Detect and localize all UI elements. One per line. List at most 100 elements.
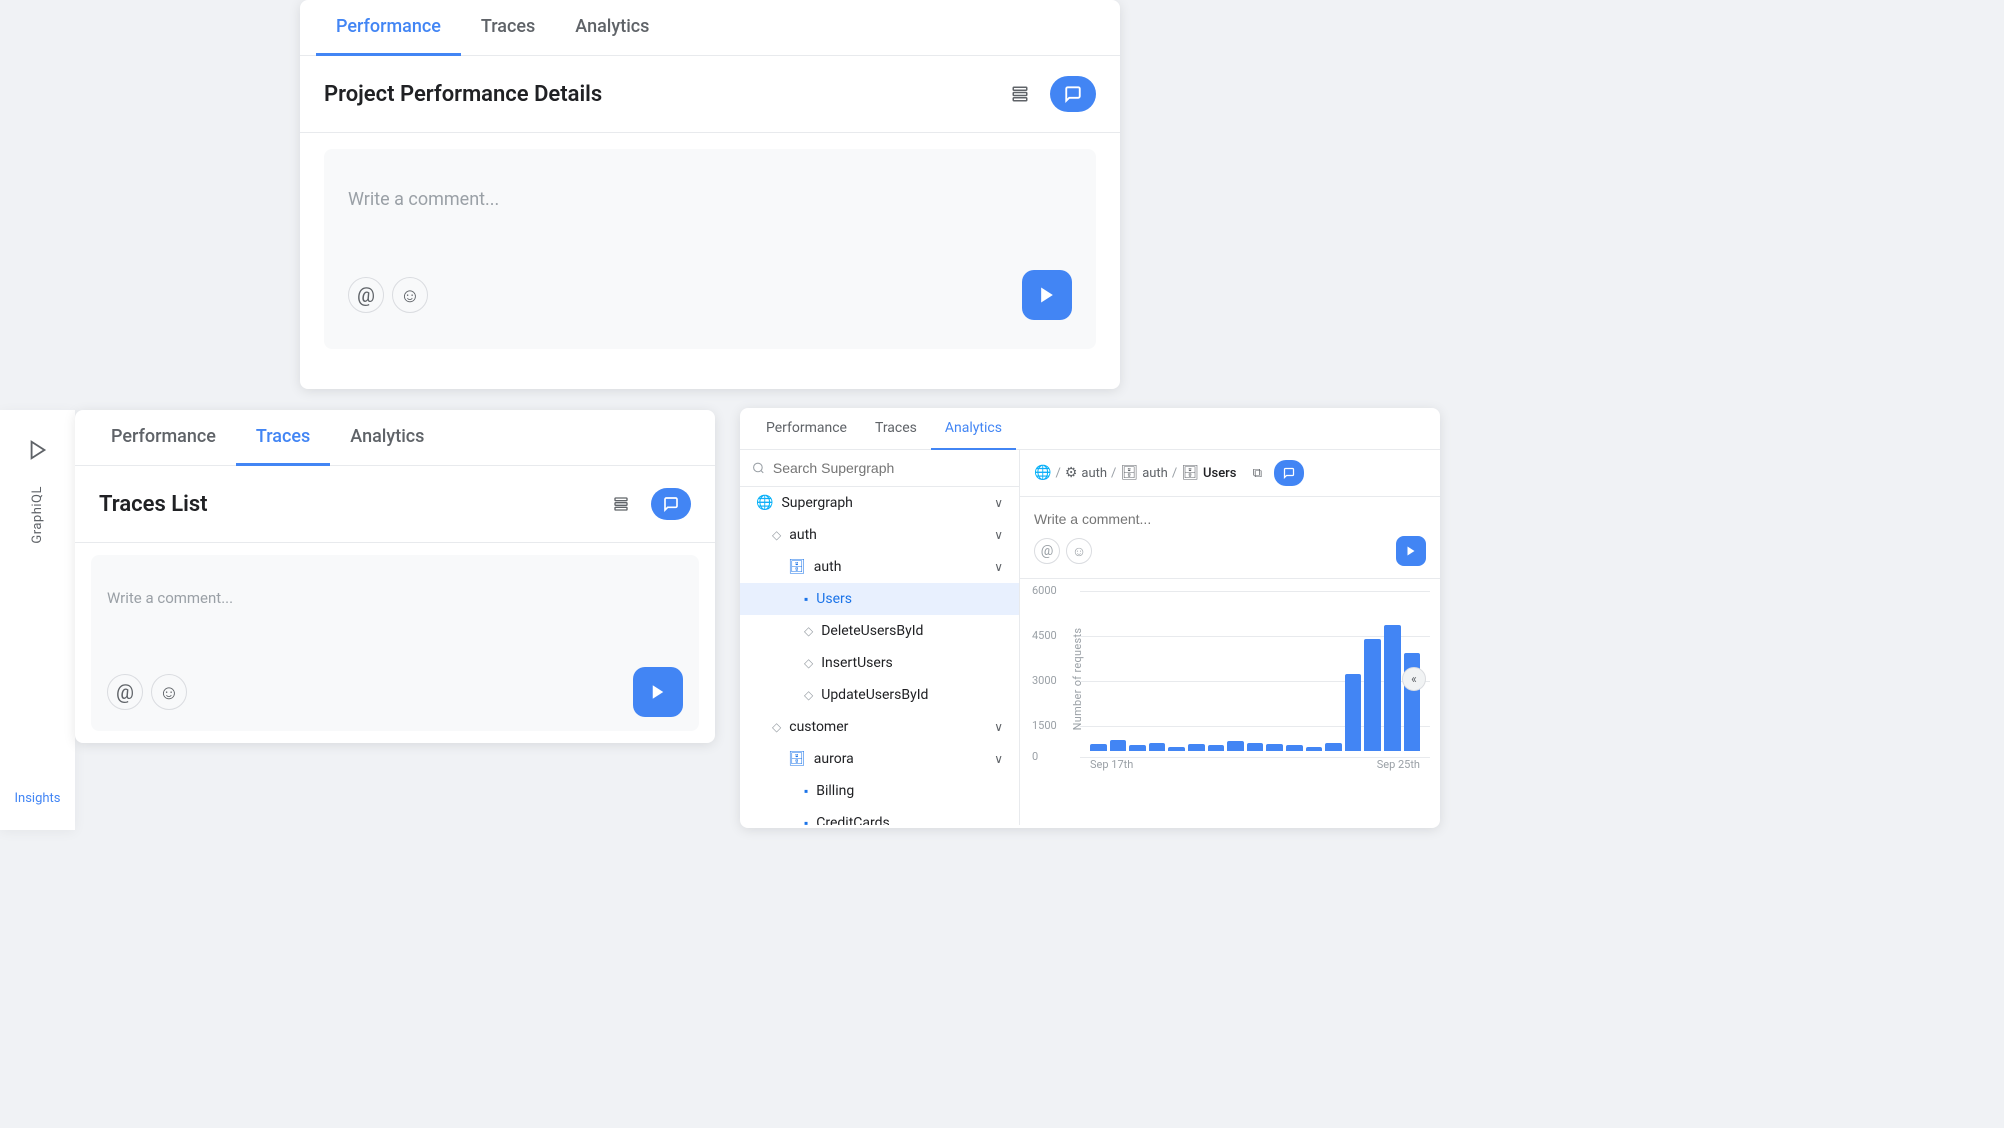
tree-item-auth-root[interactable]: ◇ auth ∨ <box>740 519 1019 551</box>
sep3: / <box>1172 466 1177 481</box>
send-btn-mini[interactable] <box>1396 536 1426 566</box>
chevron-supergraph: ∨ <box>994 496 1003 510</box>
square-icon-billing: ▪ <box>804 784 808 798</box>
tree-label-insertusers: InsertUsers <box>821 655 893 671</box>
collapse-btn[interactable]: « <box>1402 667 1426 691</box>
send-icon-bl <box>649 683 667 701</box>
emoji-icon-bl[interactable]: ☺ <box>151 674 187 710</box>
tree-item-insertusers[interactable]: ◇ InsertUsers <box>740 647 1019 679</box>
grid-label-0: 0 <box>1032 750 1038 763</box>
insights-label[interactable]: Insights <box>0 779 75 818</box>
send-btn-top[interactable] <box>1022 270 1072 320</box>
tree-label-creditcards: CreditCards <box>816 815 890 825</box>
tree-label-deleteusers: DeleteUsersById <box>821 623 923 639</box>
chart-bar-13 <box>1345 674 1362 751</box>
chevron-auth-sub: ∨ <box>994 560 1003 574</box>
tab-analytics-top[interactable]: Analytics <box>555 0 669 56</box>
comment-icon <box>1064 85 1082 103</box>
play-icon <box>27 439 49 461</box>
chevron-aurora: ∨ <box>994 752 1003 766</box>
bc-auth2[interactable]: auth <box>1142 466 1168 481</box>
tab-performance-bl[interactable]: Performance <box>91 410 236 466</box>
bl-comment-placeholder: Write a comment... <box>107 569 683 627</box>
globe-icon: 🌐 <box>756 495 773 511</box>
comment-btn-bl[interactable] <box>651 488 691 520</box>
list-icon-btn-top[interactable] <box>1002 76 1038 112</box>
bl-panel-header: Traces List <box>75 466 715 543</box>
chevron-customer: ∨ <box>994 720 1003 734</box>
bc-users[interactable]: Users <box>1203 466 1236 481</box>
chart-bar-10 <box>1286 745 1303 751</box>
top-panel-header: Project Performance Details <box>300 56 1120 133</box>
diamond-icon-customer: ◇ <box>772 720 781 734</box>
tree-item-customer[interactable]: ◇ customer ∨ <box>740 711 1019 743</box>
tab-analytics-br[interactable]: Analytics <box>931 408 1016 450</box>
search-input[interactable] <box>773 460 1007 476</box>
play-btn[interactable] <box>18 430 58 470</box>
bc-comment-btn[interactable] <box>1274 460 1304 486</box>
tab-traces-bl[interactable]: Traces <box>236 410 330 466</box>
chart-bar-14 <box>1364 639 1381 751</box>
top-comment-wrap: Write a comment... @ ☺ <box>300 149 1120 389</box>
chart-bar-11 <box>1306 747 1323 751</box>
chart-bar-15 <box>1384 625 1401 751</box>
top-comment-area[interactable]: Write a comment... @ ☺ <box>324 149 1096 349</box>
sep2: / <box>1111 466 1116 481</box>
comment-btn-top[interactable] <box>1050 76 1096 112</box>
diamond-icon-update: ◇ <box>804 688 813 702</box>
grid-label-1500: 1500 <box>1032 719 1057 732</box>
tree-item-updateusers[interactable]: ◇ UpdateUsersById <box>740 679 1019 711</box>
send-icon <box>1037 285 1057 305</box>
send-btn-bl[interactable] <box>633 667 683 717</box>
chart-bar-4 <box>1168 747 1185 751</box>
tree-item-billing[interactable]: ▪ Billing <box>740 775 1019 807</box>
at-icon-mini[interactable]: @ <box>1034 538 1060 564</box>
at-icon-bl[interactable]: @ <box>107 674 143 710</box>
bl-comment-area[interactable]: Write a comment... @ ☺ <box>91 555 699 731</box>
bc-auth1[interactable]: auth <box>1081 466 1107 481</box>
db-icon-auth: 🗄 <box>788 559 806 575</box>
tree-col: 🌐 Supergraph ∨ ◇ auth ∨ 🗄 auth ∨ ▪ Users… <box>740 450 1020 825</box>
tree-label-updateusers: UpdateUsersById <box>821 687 928 703</box>
at-icon-top[interactable]: @ <box>348 277 384 313</box>
diamond-icon-insert: ◇ <box>804 656 813 670</box>
auth-icon-1: ⚙ <box>1065 465 1078 481</box>
top-panel: Performance Traces Analytics Project Per… <box>300 0 1120 389</box>
br-body: 🌐 Supergraph ∨ ◇ auth ∨ 🗄 auth ∨ ▪ Users… <box>740 450 1440 825</box>
diamond-icon-delete: ◇ <box>804 624 813 638</box>
tab-performance-top[interactable]: Performance <box>316 0 461 56</box>
bottom-right-panel: Performance Traces Analytics 🌐 Supergrap… <box>740 408 1440 828</box>
chart-bar-3 <box>1149 743 1166 751</box>
tab-performance-br[interactable]: Performance <box>752 408 861 450</box>
auth-icon-2: 🗄 <box>1120 465 1138 481</box>
mini-comment-toolbar: @ ☺ <box>1034 536 1426 566</box>
tree-label-auth-root: auth <box>789 527 817 543</box>
grid-label-4500: 4500 <box>1032 629 1057 642</box>
bl-panel-title: Traces List <box>99 492 591 517</box>
chart-bar-12 <box>1325 743 1342 751</box>
tab-traces-top[interactable]: Traces <box>461 0 555 56</box>
tree-label-auth-sub: auth <box>814 559 842 575</box>
tree-item-users[interactable]: ▪ Users <box>740 583 1019 615</box>
tree-item-supergraph[interactable]: 🌐 Supergraph ∨ <box>740 487 1019 519</box>
x-label-sep17: Sep 17th <box>1090 758 1133 771</box>
tree-item-deleteusers[interactable]: ◇ DeleteUsersById <box>740 615 1019 647</box>
emoji-icon-mini[interactable]: ☺ <box>1066 538 1092 564</box>
mini-comment-input[interactable] <box>1034 511 1426 527</box>
chevron-auth-root: ∨ <box>994 528 1003 542</box>
emoji-icon-top[interactable]: ☺ <box>392 277 428 313</box>
bc-copy-btn[interactable]: ⧉ <box>1244 460 1270 486</box>
top-comment-toolbar: @ ☺ <box>348 270 1072 320</box>
tree-item-auth-sub[interactable]: 🗄 auth ∨ <box>740 551 1019 583</box>
list-icon-btn-bl[interactable] <box>603 486 639 522</box>
tree-item-creditcards[interactable]: ▪ CreditCards <box>740 807 1019 825</box>
detail-col: 🌐 / ⚙ auth / 🗄 auth / 🗄 Users ⧉ @ <box>1020 450 1440 825</box>
tree-label-supergraph: Supergraph <box>781 495 852 511</box>
graphiql-label: GraphiQL <box>30 486 45 544</box>
tab-analytics-bl[interactable]: Analytics <box>330 410 444 466</box>
tab-traces-br[interactable]: Traces <box>861 408 931 450</box>
tree-item-aurora[interactable]: 🗄 aurora ∨ <box>740 743 1019 775</box>
bl-comment-toolbar: @ ☺ <box>107 667 683 717</box>
breadcrumb-row: 🌐 / ⚙ auth / 🗄 auth / 🗄 Users ⧉ <box>1020 450 1440 497</box>
chart-x-labels: Sep 17th Sep 25th <box>1080 758 1430 771</box>
